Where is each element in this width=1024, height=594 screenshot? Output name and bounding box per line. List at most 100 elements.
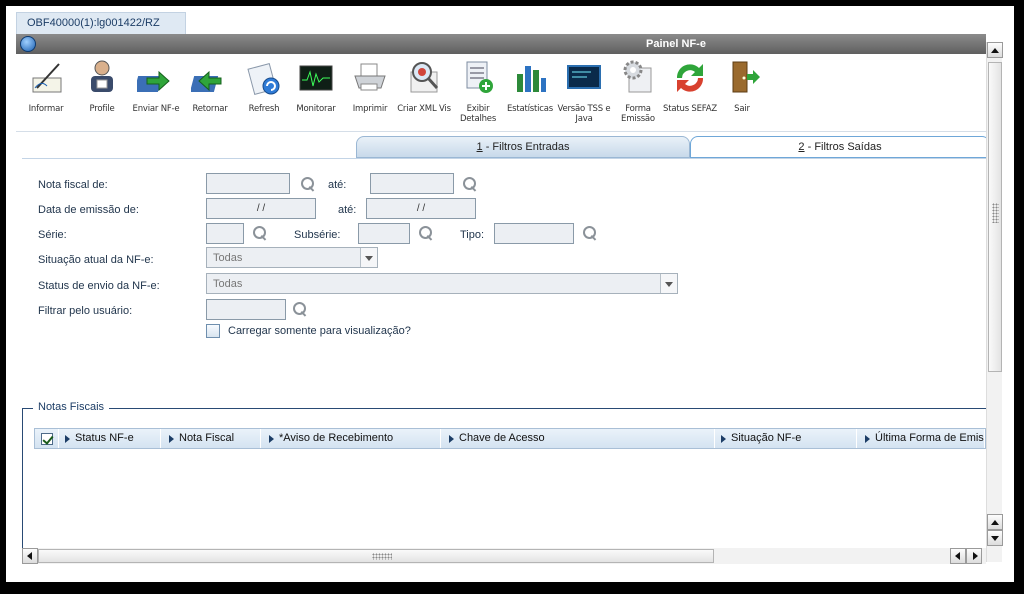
nota-fiscal-ate-label: até: [328, 179, 347, 191]
col-situacao-nfe[interactable]: Situação NF-e [717, 429, 857, 448]
data-emissao-label: Data de emissão de: [38, 204, 139, 216]
horizontal-scroll-thumb[interactable] [38, 549, 714, 563]
exibir-detalhes-button[interactable]: Exibir Detalhes [450, 58, 506, 124]
gear-doc-icon [619, 58, 657, 96]
search-icon[interactable] [418, 225, 434, 241]
col-aviso-recebimento[interactable]: *Aviso de Recebimento [265, 429, 441, 448]
serie-input[interactable] [206, 223, 244, 244]
window-title: Painel NF-e [646, 38, 706, 50]
criar-xml-vis-button[interactable]: Criar XML Vis [396, 58, 452, 114]
forma-emissao-button[interactable]: Forma Emissão [610, 58, 666, 124]
refresh-icon [245, 58, 283, 96]
refresh-label: Refresh [248, 104, 280, 114]
grid-header: Status NF-e Nota Fiscal *Aviso de Recebi… [34, 428, 986, 449]
chevron-down-icon[interactable] [360, 248, 377, 267]
select-all-checkbox[interactable] [41, 433, 53, 445]
tab-filtros-entradas[interactable]: 1 - Filtros Entradas [356, 136, 690, 158]
profile-button[interactable]: Profile [74, 58, 130, 114]
notas-fiscais-legend: Notas Fiscais [33, 401, 110, 413]
tab-filtros-saidas[interactable]: 2 - Filtros Saídas [690, 136, 990, 158]
scroll-left-icon[interactable] [950, 548, 966, 564]
estatisticas-label: Estatísticas [506, 104, 554, 114]
return-arrow-icon [189, 58, 229, 96]
status-envio-value: Todas [213, 278, 243, 290]
profile-label: Profile [89, 104, 115, 114]
scroll-down-icon[interactable] [987, 530, 1003, 546]
toolbar: Informar Profile Enviar NF-e Retornar Re… [16, 54, 986, 132]
retornar-label: Retornar [192, 104, 228, 114]
search-icon[interactable] [462, 176, 478, 192]
status-sefaz-label: Status SEFAZ [663, 104, 717, 114]
carregar-checkbox[interactable] [206, 324, 220, 338]
printer-icon [351, 58, 389, 96]
retornar-button[interactable]: Retornar [182, 58, 238, 114]
chevron-down-icon[interactable] [660, 274, 677, 293]
filters-panel: Nota fiscal de: até: Data de emissão de:… [22, 158, 986, 398]
nota-fiscal-ate-input[interactable] [370, 173, 454, 194]
recycle-icon [671, 58, 709, 96]
tab-saidas-label: - Filtros Saídas [804, 141, 882, 153]
details-icon [459, 58, 497, 96]
pen-paper-icon [27, 58, 65, 96]
tab-entradas-label: - Filtros Entradas [482, 141, 570, 153]
user-profile-icon [83, 58, 121, 96]
monitor-icon [297, 58, 335, 96]
data-emissao-de-input[interactable]: / / [206, 198, 316, 219]
scroll-up-icon[interactable] [987, 514, 1003, 530]
monitorar-button[interactable]: Monitorar [288, 58, 344, 114]
enviar-nfe-button[interactable]: Enviar NF-e [128, 58, 184, 114]
col-nota-fiscal[interactable]: Nota Fiscal [165, 429, 261, 448]
scroll-left-icon[interactable] [22, 548, 38, 564]
monitorar-label: Monitorar [296, 104, 336, 114]
col-status-nfe[interactable]: Status NF-e [61, 429, 161, 448]
exibir-detalhes-label: Exibir Detalhes [459, 104, 497, 124]
sair-button[interactable]: Sair [714, 58, 770, 114]
enviar-nfe-label: Enviar NF-e [132, 104, 180, 114]
scroll-right-icon[interactable] [966, 548, 982, 564]
imprimir-button[interactable]: Imprimir [342, 58, 398, 114]
select-all-column[interactable] [35, 429, 59, 448]
usuario-label: Filtrar pelo usuário: [38, 305, 133, 317]
vertical-scroll-thumb[interactable] [988, 62, 1002, 372]
data-emissao-ate-input[interactable]: / / [366, 198, 476, 219]
horizontal-scrollbar[interactable] [22, 548, 986, 564]
search-icon[interactable] [300, 176, 316, 192]
bar-chart-icon [511, 58, 549, 96]
search-icon[interactable] [582, 225, 598, 241]
informar-label: Informar [28, 104, 64, 114]
criar-xml-vis-label: Criar XML Vis [397, 104, 451, 114]
status-envio-select[interactable]: Todas [206, 273, 678, 294]
nota-fiscal-de-input[interactable] [206, 173, 290, 194]
col-chave-acesso[interactable]: Chave de Acesso [445, 429, 715, 448]
forma-emissao-label: Forma Emissão [621, 104, 655, 124]
subserie-label: Subsérie: [294, 229, 341, 241]
vertical-scrollbar[interactable] [986, 42, 1003, 562]
grip-icon [992, 203, 999, 223]
situacao-select[interactable]: Todas [206, 247, 378, 268]
send-arrow-icon [133, 58, 175, 96]
imprimir-label: Imprimir [352, 104, 388, 114]
informar-button[interactable]: Informar [18, 58, 74, 114]
carregar-label: Carregar somente para visualização? [228, 325, 411, 337]
data-emissao-ate-label: até: [338, 204, 357, 216]
versao-tss-java-button[interactable]: Versão TSS e Java [556, 58, 612, 124]
magnifier-icon [405, 58, 443, 96]
status-envio-label: Status de envio da NF-e: [38, 280, 160, 292]
exit-door-icon [723, 58, 761, 96]
search-icon[interactable] [292, 301, 308, 317]
col-ultima-forma-emissao[interactable]: Última Forma de Emis [861, 429, 985, 448]
status-sefaz-button[interactable]: Status SEFAZ [662, 58, 718, 114]
usuario-input[interactable] [206, 299, 286, 320]
estatisticas-button[interactable]: Estatísticas [502, 58, 558, 114]
sair-label: Sair [734, 104, 750, 114]
situacao-label: Situação atual da NF-e: [38, 254, 154, 266]
refresh-button[interactable]: Refresh [236, 58, 292, 114]
nota-fiscal-label: Nota fiscal de: [38, 179, 108, 191]
search-icon[interactable] [252, 225, 268, 241]
subserie-input[interactable] [358, 223, 410, 244]
window-titlebar: Painel NF-e [16, 34, 986, 54]
scroll-up-icon[interactable] [987, 42, 1003, 58]
app-logo-icon [20, 36, 36, 52]
document-tab[interactable]: OBF40000(1):lg001422/RZ [16, 12, 186, 34]
tipo-input[interactable] [494, 223, 574, 244]
